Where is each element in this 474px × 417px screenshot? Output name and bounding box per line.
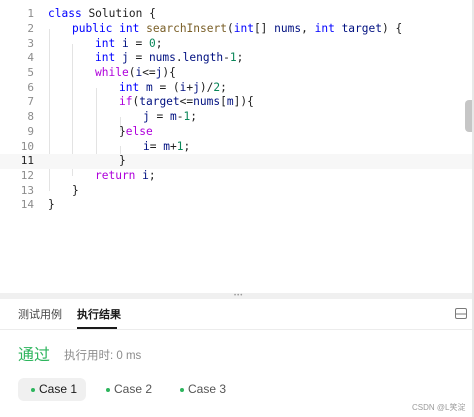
code-line[interactable]: 13 } — [0, 184, 474, 199]
code-line[interactable]: 8 j = m-1; — [0, 110, 474, 125]
code-text: i= m+1; — [143, 140, 191, 153]
tab-results[interactable]: 执行结果 — [77, 308, 121, 322]
code-line[interactable]: 7 if(target<=nums[m]){ — [0, 95, 474, 110]
code-text: if(target<=nums[m]){ — [119, 95, 254, 108]
panel-tab-bar: 测试用例 执行结果 — [0, 299, 472, 330]
code-text: return i; — [95, 169, 156, 182]
line-number: 14 — [20, 198, 34, 211]
code-text: j = m-1; — [143, 110, 197, 123]
code-text: int j = nums.length-1; — [95, 51, 244, 64]
code-text: while(i<=j){ — [95, 66, 176, 79]
line-number: 6 — [27, 81, 34, 94]
line-number: 1 — [27, 7, 34, 20]
code-line[interactable]: 10 i= m+1; — [0, 140, 474, 155]
code-line[interactable]: 3 int i = 0; — [0, 37, 474, 52]
code-line[interactable]: 1 class Solution { — [0, 7, 474, 22]
code-text: }else — [119, 125, 153, 138]
active-tab-indicator — [77, 327, 117, 329]
code-line[interactable]: 14 } — [0, 198, 474, 213]
line-number: 8 — [27, 110, 34, 123]
code-text: public int searchInsert(int[] nums, int … — [72, 22, 403, 35]
result-panel: 测试用例 执行结果 通过 执行用时: 0 ms Case 1 Case 2 Ca… — [0, 299, 472, 417]
code-line[interactable]: 9 }else — [0, 125, 474, 140]
layout-panel-icon[interactable] — [455, 308, 467, 319]
code-text: int i = 0; — [95, 37, 163, 50]
pass-dot-icon — [106, 388, 110, 392]
case-label: Case 3 — [188, 382, 227, 396]
case-tab-3[interactable]: Case 3 — [167, 378, 235, 401]
code-line-current[interactable]: 11 } — [0, 154, 474, 169]
line-number: 7 — [27, 95, 34, 108]
result-status: 通过 — [18, 347, 51, 364]
code-line[interactable]: 4 int j = nums.length-1; — [0, 51, 474, 66]
line-number: 13 — [20, 184, 34, 197]
code-text: class Solution { — [48, 7, 156, 20]
case-label: Case 2 — [114, 382, 153, 396]
line-number: 3 — [27, 37, 34, 50]
runtime-text: 执行用时: 0 ms — [64, 350, 142, 362]
line-number: 5 — [27, 66, 34, 79]
code-text: } — [48, 198, 55, 211]
case-tab-1[interactable]: Case 1 — [18, 378, 86, 401]
case-tab-2[interactable]: Case 2 — [93, 378, 161, 401]
pass-dot-icon — [180, 388, 184, 392]
line-number: 2 — [27, 22, 34, 35]
code-text: } — [72, 184, 79, 197]
line-number: 12 — [20, 169, 34, 182]
code-text: int m = (i+j)/2; — [119, 81, 227, 94]
line-number: 4 — [27, 51, 34, 64]
line-number: 9 — [27, 125, 34, 138]
code-editor[interactable]: 1 class Solution { 2 public int searchIn… — [0, 0, 474, 293]
drag-handle-icon: ••• — [234, 293, 244, 299]
watermark: CSDN @L笑淀 — [412, 403, 466, 412]
code-line[interactable]: 5 while(i<=j){ — [0, 66, 474, 81]
code-line[interactable]: 12 return i; — [0, 169, 474, 184]
line-number: 11 — [20, 154, 34, 167]
case-label: Case 1 — [39, 382, 78, 396]
code-line[interactable]: 6 int m = (i+j)/2; — [0, 81, 474, 96]
code-line[interactable]: 2 public int searchInsert(int[] nums, in… — [0, 22, 474, 37]
pass-dot-icon — [31, 388, 35, 392]
code-text: } — [119, 154, 126, 167]
tab-testcases[interactable]: 测试用例 — [18, 308, 62, 322]
line-number: 10 — [20, 140, 34, 153]
